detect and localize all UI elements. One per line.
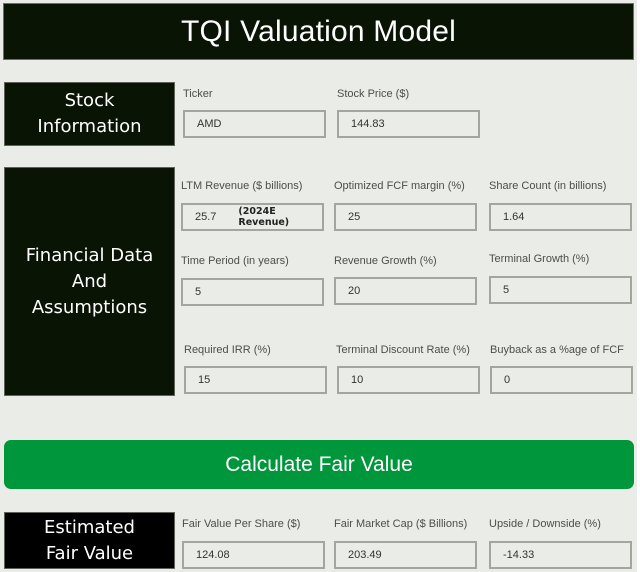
- terminal-discount-label: Terminal Discount Rate (%): [336, 344, 470, 356]
- required-irr-input[interactable]: 15: [184, 366, 327, 394]
- terminal-discount-input[interactable]: 10: [337, 366, 480, 394]
- section-label: Estimated Fair Value: [44, 516, 135, 564]
- ticker-value: AMD: [197, 118, 222, 130]
- section-stock-information: Stock Information: [4, 82, 175, 146]
- share-count-input[interactable]: 1.64: [489, 203, 632, 231]
- section-label: Financial Data And Assumptions: [25, 244, 154, 318]
- buyback-input[interactable]: 0: [490, 366, 633, 394]
- fcf-margin-value: 25: [348, 211, 361, 223]
- ltm-revenue-label: LTM Revenue ($ billions): [181, 180, 303, 192]
- time-period-input[interactable]: 5: [181, 278, 324, 306]
- terminal-growth-value: 5: [503, 284, 510, 296]
- fair-market-cap-output: 203.49: [334, 541, 477, 569]
- required-irr-label: Required IRR (%): [184, 344, 271, 356]
- ticker-input[interactable]: AMD: [183, 110, 326, 138]
- valuation-page: TQI Valuation Model Stock Information Ti…: [0, 0, 637, 572]
- buyback-label: Buyback as a %age of FCF: [490, 344, 624, 356]
- fair-value-per-share-label: Fair Value Per Share ($): [182, 518, 301, 530]
- time-period-label: Time Period (in years): [181, 255, 289, 267]
- ticker-label: Ticker: [183, 88, 213, 100]
- fair-market-cap-value: 203.49: [348, 549, 382, 561]
- fair-value-per-share-value: 124.08: [196, 549, 230, 561]
- section-financial-data: Financial Data And Assumptions: [4, 167, 175, 396]
- share-count-value: 1.64: [503, 211, 525, 223]
- required-irr-value: 15: [198, 374, 211, 386]
- ltm-revenue-input[interactable]: 25.7 (2024E Revenue): [181, 203, 324, 231]
- stock-price-input[interactable]: 144.83: [337, 110, 480, 138]
- ltm-revenue-note: (2024E Revenue): [238, 206, 290, 228]
- time-period-value: 5: [195, 286, 202, 298]
- revenue-growth-value: 20: [348, 285, 361, 297]
- stock-price-value: 144.83: [351, 118, 385, 130]
- upside-downside-output: -14.33: [489, 541, 632, 569]
- terminal-growth-label: Terminal Growth (%): [489, 253, 590, 265]
- fcf-margin-input[interactable]: 25: [334, 203, 477, 231]
- terminal-discount-value: 10: [351, 374, 364, 386]
- upside-downside-label: Upside / Downside (%): [489, 518, 601, 530]
- upside-downside-value: -14.33: [503, 549, 535, 561]
- fcf-margin-label: Optimized FCF margin (%): [334, 180, 465, 192]
- section-label: Stock Information: [37, 90, 142, 137]
- fair-market-cap-label: Fair Market Cap ($ Billions): [334, 518, 468, 530]
- share-count-label: Share Count (in billions): [489, 180, 607, 192]
- revenue-growth-label: Revenue Growth (%): [334, 255, 437, 267]
- calculate-button-label: Calculate Fair Value: [225, 452, 413, 476]
- fair-value-per-share-output: 124.08: [182, 541, 325, 569]
- calculate-fair-value-button[interactable]: Calculate Fair Value: [4, 440, 634, 489]
- terminal-growth-input[interactable]: 5: [489, 276, 632, 304]
- stock-price-label: Stock Price ($): [337, 88, 410, 100]
- ltm-revenue-value: 25.7: [195, 211, 217, 223]
- revenue-growth-input[interactable]: 20: [334, 277, 477, 305]
- title-bar: TQI Valuation Model: [3, 3, 634, 60]
- buyback-value: 0: [504, 374, 511, 386]
- section-estimated-fair-value: Estimated Fair Value: [4, 512, 175, 569]
- page-title: TQI Valuation Model: [180, 14, 457, 48]
